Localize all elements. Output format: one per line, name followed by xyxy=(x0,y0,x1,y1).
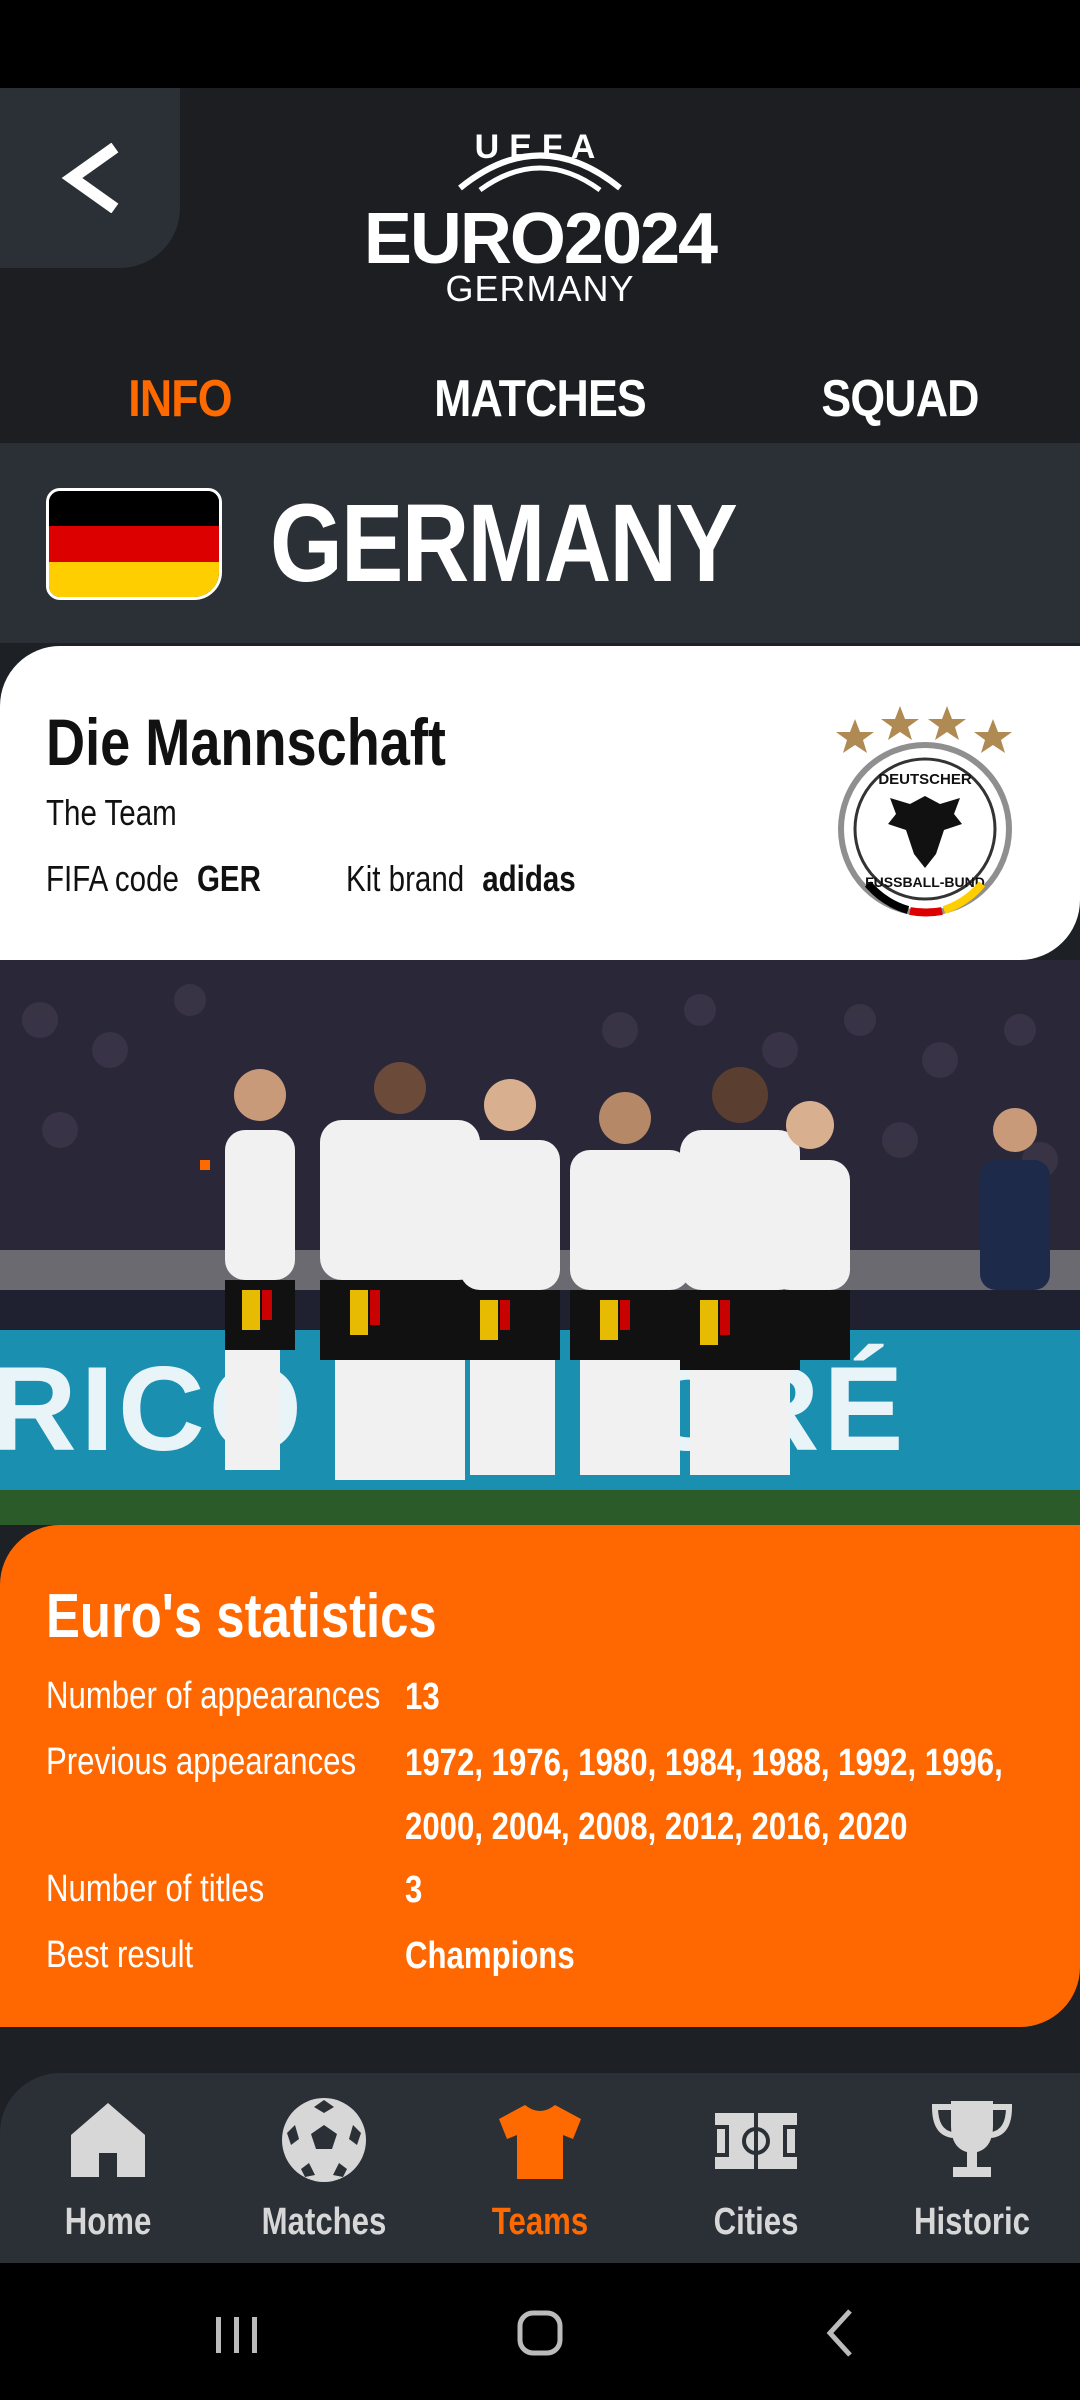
stat-label-appearances: Number of appearances xyxy=(46,1675,381,1717)
tab-squad[interactable]: SQUAD xyxy=(788,355,1012,443)
nav-home[interactable]: Home xyxy=(0,2073,216,2263)
fifa-code-value: GER xyxy=(196,858,261,899)
back-button[interactable] xyxy=(0,88,180,268)
back-system-button[interactable] xyxy=(790,2293,890,2373)
status-bar xyxy=(0,0,1080,88)
crest-top-text: DEUTSCHER xyxy=(878,771,972,788)
stat-label-best-result: Best result xyxy=(46,1934,194,1976)
euro2024-logo: UEFA EURO2024 GERMANY xyxy=(340,128,740,318)
team-info-card: Die Mannschaft The Team FIFA code GER Kit… xyxy=(0,646,1080,960)
stat-value-appearances: 13 xyxy=(405,1676,440,1718)
home-circle-icon xyxy=(517,2310,563,2356)
chevron-left-icon xyxy=(61,143,119,213)
nav-home-label: Home xyxy=(64,2201,152,2243)
home-icon xyxy=(71,2103,145,2177)
soccer-ball-icon xyxy=(282,2098,366,2182)
logo-host: GERMANY xyxy=(445,268,635,309)
kit-brand-value: adidas xyxy=(482,858,576,899)
nav-teams[interactable]: Teams xyxy=(432,2073,648,2263)
team-nickname: Die Mannschaft xyxy=(46,705,446,779)
recent-apps-button[interactable] xyxy=(186,2293,286,2373)
stat-value-titles: 3 xyxy=(405,1869,423,1911)
trophy-icon xyxy=(931,2101,1013,2177)
kit-brand-label: Kit brand xyxy=(346,858,465,899)
nav-matches[interactable]: Matches xyxy=(216,2073,432,2263)
stat-value-best-result: Champions xyxy=(405,1935,575,1977)
tab-info[interactable]: INFO xyxy=(68,355,292,443)
tab-matches[interactable]: MATCHES xyxy=(428,355,652,443)
stadium-pitch-icon xyxy=(713,2113,799,2169)
fifa-code: FIFA code GER xyxy=(46,858,261,900)
stat-value-previous: 1972, 1976, 1980, 1984, 1988, 1992, 1996… xyxy=(405,1742,1003,1848)
team-nickname-translation: The Team xyxy=(46,792,177,833)
nav-historic-label: Historic xyxy=(913,2201,1031,2243)
germany-flag-icon xyxy=(46,488,222,600)
nav-cities-label: Cities xyxy=(713,2201,799,2243)
system-navigation-bar xyxy=(0,2263,1080,2400)
crest-bottom-text: FUSSBALL-BUND xyxy=(865,874,985,890)
bottom-navigation: Home Matches Teams Cities Historic xyxy=(0,2073,1080,2263)
recent-apps-icon xyxy=(216,2317,257,2353)
back-arrow-icon xyxy=(826,2309,852,2357)
stat-label-titles: Number of titles xyxy=(46,1868,265,1910)
euro-statistics-card: Euro's statistics Number of appearances … xyxy=(0,1525,1080,2027)
nav-historic[interactable]: Historic xyxy=(864,2073,1080,2263)
stats-title: Euro's statistics xyxy=(46,1582,437,1651)
nav-cities[interactable]: Cities xyxy=(648,2073,864,2263)
team-name: GERMANY xyxy=(270,482,738,605)
fifa-code-label: FIFA code xyxy=(46,858,179,899)
stat-label-previous: Previous appearances xyxy=(46,1741,357,1783)
nav-matches-label: Matches xyxy=(261,2201,387,2243)
logo-uefa-text: UEFA xyxy=(474,128,606,166)
team-photo: RICO CRÉ xyxy=(0,960,1080,1525)
team-tabs: INFO MATCHES SQUAD xyxy=(0,355,1080,443)
dfb-crest-logo: DEUTSCHER FUSSBALL-BUND xyxy=(830,684,1020,924)
nav-teams-label: Teams xyxy=(491,2201,589,2243)
kit-brand: Kit brand adidas xyxy=(346,858,576,900)
home-system-button[interactable] xyxy=(490,2293,590,2373)
jersey-icon xyxy=(499,2105,581,2179)
